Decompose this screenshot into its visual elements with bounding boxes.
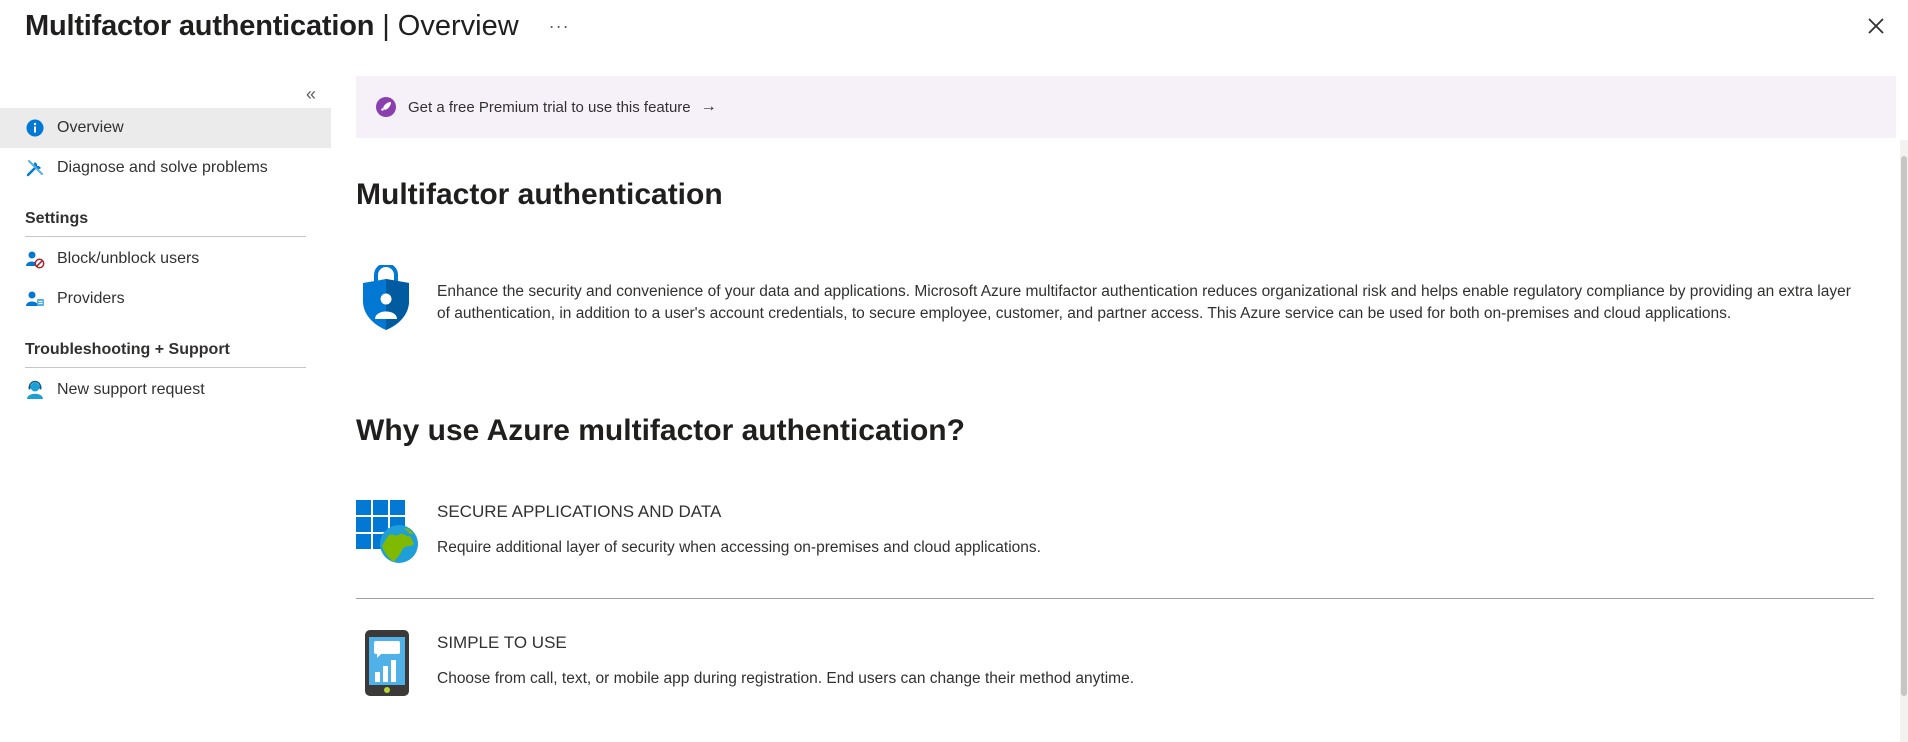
feature-divider	[356, 598, 1874, 599]
mobile-phone-icon	[365, 630, 409, 696]
sidebar-item-providers[interactable]: Providers	[0, 279, 331, 319]
title-separator: |	[382, 9, 390, 42]
feature-description: Choose from call, text, or mobile app du…	[437, 670, 1135, 687]
sidebar-item-label: Overview	[57, 119, 124, 136]
feature-title: SECURE APPLICATIONS AND DATA	[437, 502, 722, 521]
wrench-icon	[25, 158, 45, 178]
info-icon	[25, 118, 45, 138]
sidebar-item-new-support-request[interactable]: New support request	[0, 370, 331, 410]
premium-trial-banner[interactable]: Get a free Premium trial to use this fea…	[356, 76, 1896, 138]
sidebar-item-diagnose[interactable]: Diagnose and solve problems	[0, 148, 331, 188]
arrow-right-icon: →	[700, 98, 717, 115]
vertical-scrollbar[interactable]	[1900, 140, 1908, 742]
page-title: Multifactor authentication	[25, 9, 375, 42]
more-options-button[interactable]: ···	[549, 16, 570, 37]
page-header: Multifactor authentication | Overview ··…	[25, 0, 570, 52]
sidebar-section-troubleshooting: Troubleshooting + Support	[25, 341, 306, 368]
sidebar-item-label: New support request	[57, 381, 205, 398]
rocket-icon	[376, 97, 396, 117]
apps-globe-icon	[356, 500, 418, 563]
feature-title: SIMPLE TO USE	[437, 633, 567, 652]
close-button[interactable]	[1864, 14, 1888, 38]
banner-text: Get a free Premium trial to use this fea…	[408, 98, 691, 116]
page-subtitle: Overview	[397, 9, 519, 42]
sidebar-item-label: Block/unblock users	[57, 250, 200, 267]
main-heading: Multifactor authentication	[356, 178, 723, 211]
sidebar-section-settings: Settings	[25, 210, 306, 237]
close-icon	[1868, 18, 1884, 34]
collapse-sidebar-button[interactable]: «	[306, 84, 316, 105]
scrollbar-thumb[interactable]	[1901, 156, 1907, 696]
service-description: Enhance the security and convenience of …	[437, 283, 1851, 322]
sidebar-item-block-unblock-users[interactable]: Block/unblock users	[0, 239, 331, 279]
providers-icon	[25, 289, 45, 309]
sidebar-item-overview[interactable]: Overview	[0, 108, 331, 148]
sidebar-item-label: Providers	[57, 290, 125, 307]
why-heading: Why use Azure multifactor authentication…	[356, 414, 965, 447]
shield-lock-icon	[363, 265, 409, 330]
feature-description: Require additional layer of security whe…	[437, 539, 1041, 556]
sidebar-item-label: Diagnose and solve problems	[57, 159, 268, 176]
support-person-icon	[25, 380, 45, 400]
user-block-icon	[25, 249, 45, 269]
